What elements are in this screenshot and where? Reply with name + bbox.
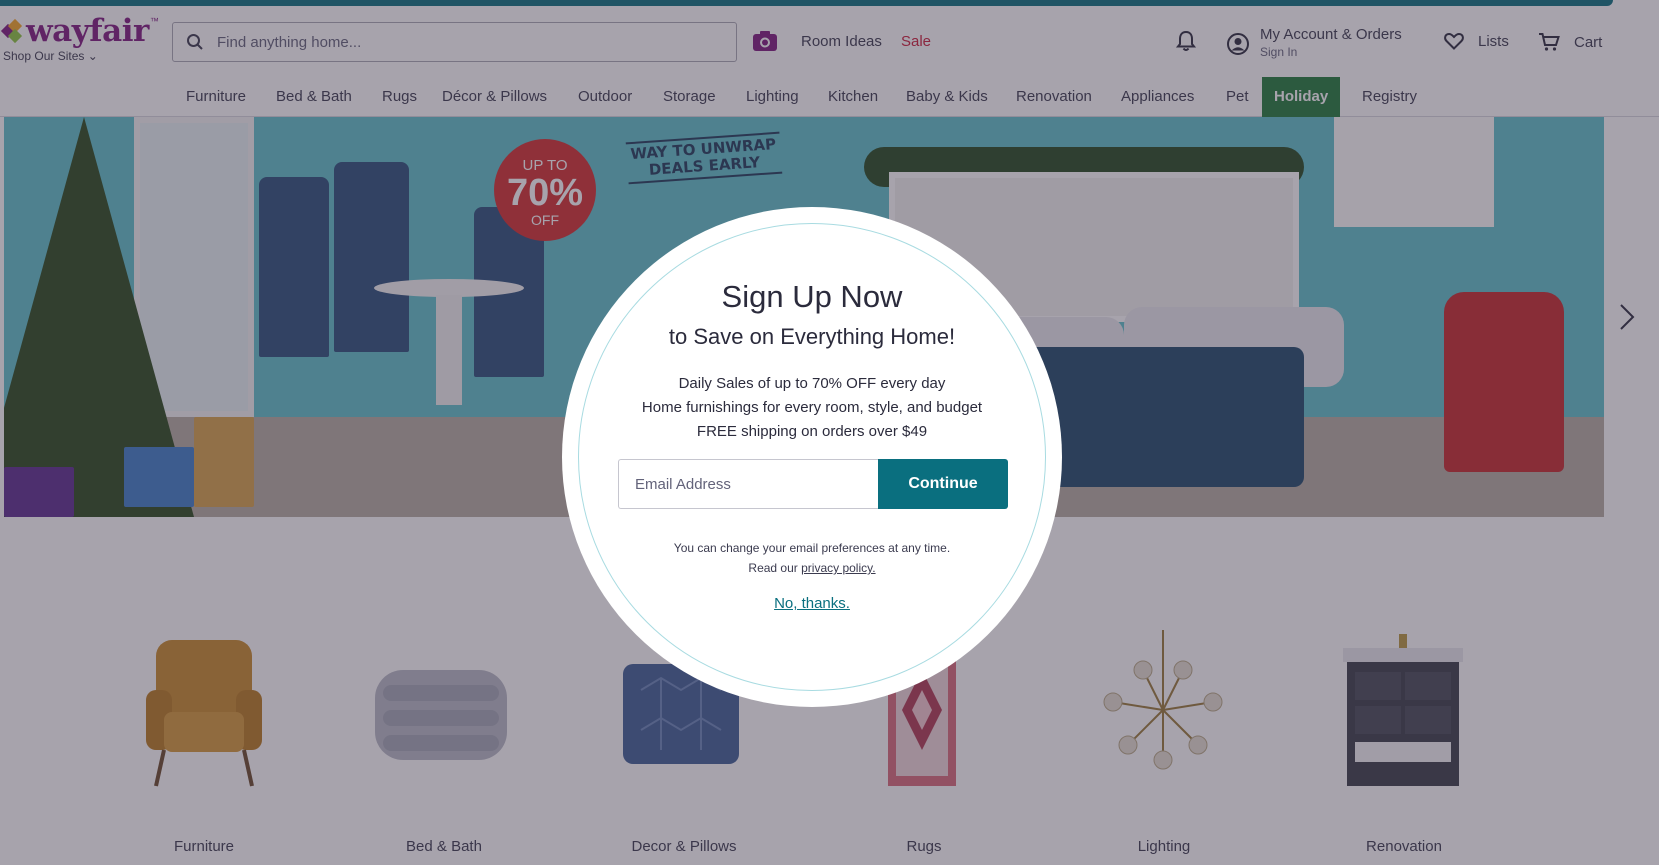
signup-modal: Sign Up Now to Save on Everything Home! …	[562, 207, 1062, 707]
fine-print: You can change your email preferences at…	[673, 541, 951, 575]
modal-benefits: Daily Sales of up to 70% OFF every day H…	[562, 372, 1062, 444]
benefit-line: Home furnishings for every room, style, …	[641, 399, 983, 416]
modal-subtitle: to Save on Everything Home!	[668, 324, 956, 349]
page: wayfair ™ Shop Our Sites ⌄ Room Ideas Sa…	[0, 0, 1659, 865]
signup-form: Continue	[618, 459, 1008, 509]
benefit-line: FREE shipping on orders over $49	[696, 423, 928, 440]
benefit-line: Daily Sales of up to 70% OFF every day	[678, 375, 946, 392]
privacy-policy-link[interactable]: privacy policy.	[801, 561, 875, 575]
no-thanks-link[interactable]: No, thanks.	[774, 595, 850, 612]
modal-title: Sign Up Now	[721, 279, 903, 314]
email-field[interactable]	[618, 459, 878, 509]
continue-button[interactable]: Continue	[878, 459, 1008, 509]
